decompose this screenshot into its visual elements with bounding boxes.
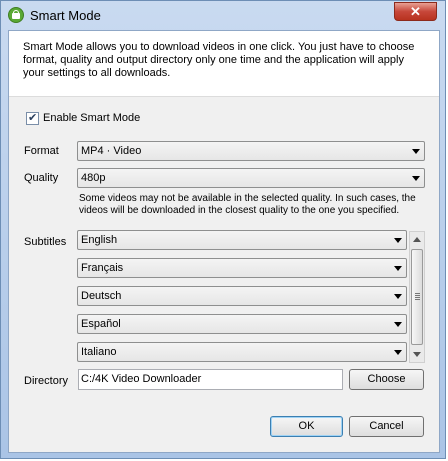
dialog-body: Smart Mode allows you to download videos…	[8, 30, 440, 453]
title-bar[interactable]: Smart Mode ✕	[1, 1, 447, 28]
chevron-down-icon	[394, 322, 402, 327]
directory-label: Directory	[24, 375, 69, 387]
lock-icon	[8, 7, 24, 23]
chevron-down-icon	[394, 294, 402, 299]
grip-line	[415, 299, 420, 300]
chevron-down-icon	[412, 176, 420, 181]
cancel-button[interactable]: Cancel	[349, 416, 424, 437]
grip-line	[415, 297, 420, 298]
subtitles-label: Subtitles	[24, 236, 67, 248]
scroll-up-icon[interactable]	[413, 237, 421, 242]
subtitle-language-value: Français	[81, 262, 124, 274]
subtitle-language-select[interactable]: English	[77, 230, 407, 250]
chevron-down-icon	[394, 238, 402, 243]
subtitles-scrollbar[interactable]	[409, 231, 425, 363]
format-label: Format	[24, 145, 59, 157]
enable-smart-mode-checkbox[interactable]: ✔	[26, 112, 39, 125]
quality-select[interactable]: 480p	[77, 168, 425, 188]
subtitle-language-value: English	[81, 234, 118, 246]
choose-directory-button[interactable]: Choose	[349, 369, 424, 390]
directory-input[interactable]	[81, 373, 336, 385]
subtitle-language-value: Italiano	[81, 346, 117, 358]
subtitle-language-value: Deutsch	[81, 290, 122, 302]
scroll-down-icon[interactable]	[413, 352, 421, 357]
quality-label: Quality	[24, 172, 59, 184]
checkmark-icon: ✔	[28, 112, 38, 124]
grip-line	[415, 295, 420, 296]
scrollbar-thumb[interactable]	[411, 249, 423, 345]
chevron-down-icon	[394, 350, 402, 355]
subtitle-language-value: Español	[81, 318, 121, 330]
subtitle-language-select[interactable]: Deutsch	[77, 286, 407, 306]
format-value: MP4 · Video	[81, 145, 142, 157]
ok-button[interactable]: OK	[270, 416, 343, 437]
format-select[interactable]: MP4 · Video	[77, 141, 425, 161]
directory-field[interactable]	[78, 369, 343, 390]
grip-line	[415, 293, 420, 294]
chevron-down-icon	[394, 266, 402, 271]
enable-smart-mode-label[interactable]: Enable Smart Mode	[43, 112, 140, 124]
chevron-down-icon	[412, 149, 420, 154]
description-panel: Smart Mode allows you to download videos…	[9, 31, 439, 97]
quality-note: Some videos may not be available in the …	[79, 193, 416, 216]
subtitle-language-select[interactable]: Español	[77, 314, 407, 334]
subtitle-language-select[interactable]: Italiano	[77, 342, 407, 362]
subtitle-language-select[interactable]: Français	[77, 258, 407, 278]
description-text: Smart Mode allows you to download videos…	[23, 41, 415, 79]
smart-mode-dialog: Smart Mode ✕ Smart Mode allows you to do…	[0, 0, 446, 459]
window-title: Smart Mode	[30, 8, 101, 23]
quality-value: 480p	[81, 172, 106, 184]
close-button[interactable]: ✕	[394, 2, 437, 21]
